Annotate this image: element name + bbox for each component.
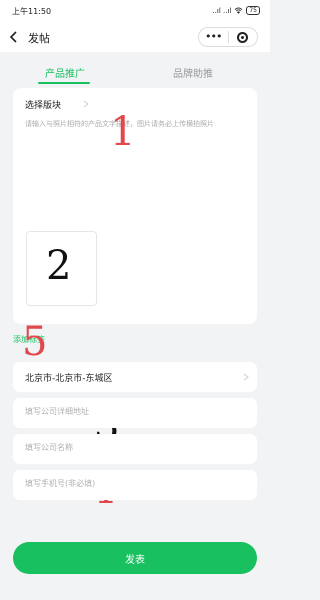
tab-brand-boost[interactable]: 品牌助推 (148, 65, 238, 80)
description-input[interactable]: 请输入与照片相符的产品文字描述，图片请务必上传横拍照片 (25, 118, 249, 130)
mini-program-capsule: ••• (198, 27, 258, 47)
back-arrow-icon[interactable] (8, 30, 20, 44)
status-time: 上午11:50 (12, 7, 52, 16)
address-input[interactable] (25, 407, 225, 416)
active-tab-indicator (38, 82, 90, 84)
more-icon[interactable]: ••• (199, 30, 228, 44)
location-value: 北京市-北京市-东城区 (25, 374, 113, 384)
location-picker[interactable]: 北京市-北京市-东城区 (13, 362, 257, 392)
nav-bar: 发帖 ••• (0, 22, 270, 52)
address-field-row (13, 398, 257, 428)
tab-product-promotion[interactable]: 产品推广 (20, 65, 110, 80)
company-field-row (13, 434, 257, 464)
annotation-mark-5: 5 (22, 319, 48, 365)
status-bar: 上午11:50 ..ıl ..ıl 75 (0, 0, 270, 22)
chevron-right-icon (83, 100, 89, 108)
select-section-button[interactable]: 选择版块 (25, 98, 61, 111)
phone-field-row (13, 470, 257, 500)
target-icon (237, 31, 249, 43)
tab-bar: 产品推广 品牌助推 (0, 60, 270, 86)
status-indicators: ..ıl ..ıl 75 (212, 6, 260, 15)
close-capsule-button[interactable] (228, 31, 257, 43)
submit-button[interactable]: 发表 (13, 542, 257, 574)
signal-icon: ..ıl ..ıl (212, 6, 232, 15)
page-title: 发帖 (28, 32, 50, 45)
wifi-icon (235, 7, 243, 14)
annotation-mark-1: 1 (110, 109, 136, 155)
phone-input[interactable] (25, 479, 225, 488)
company-name-input[interactable] (25, 443, 225, 452)
battery-icon: 75 (246, 6, 260, 15)
chevron-right-icon (243, 373, 249, 381)
annotation-mark-2: 2 (46, 243, 72, 289)
